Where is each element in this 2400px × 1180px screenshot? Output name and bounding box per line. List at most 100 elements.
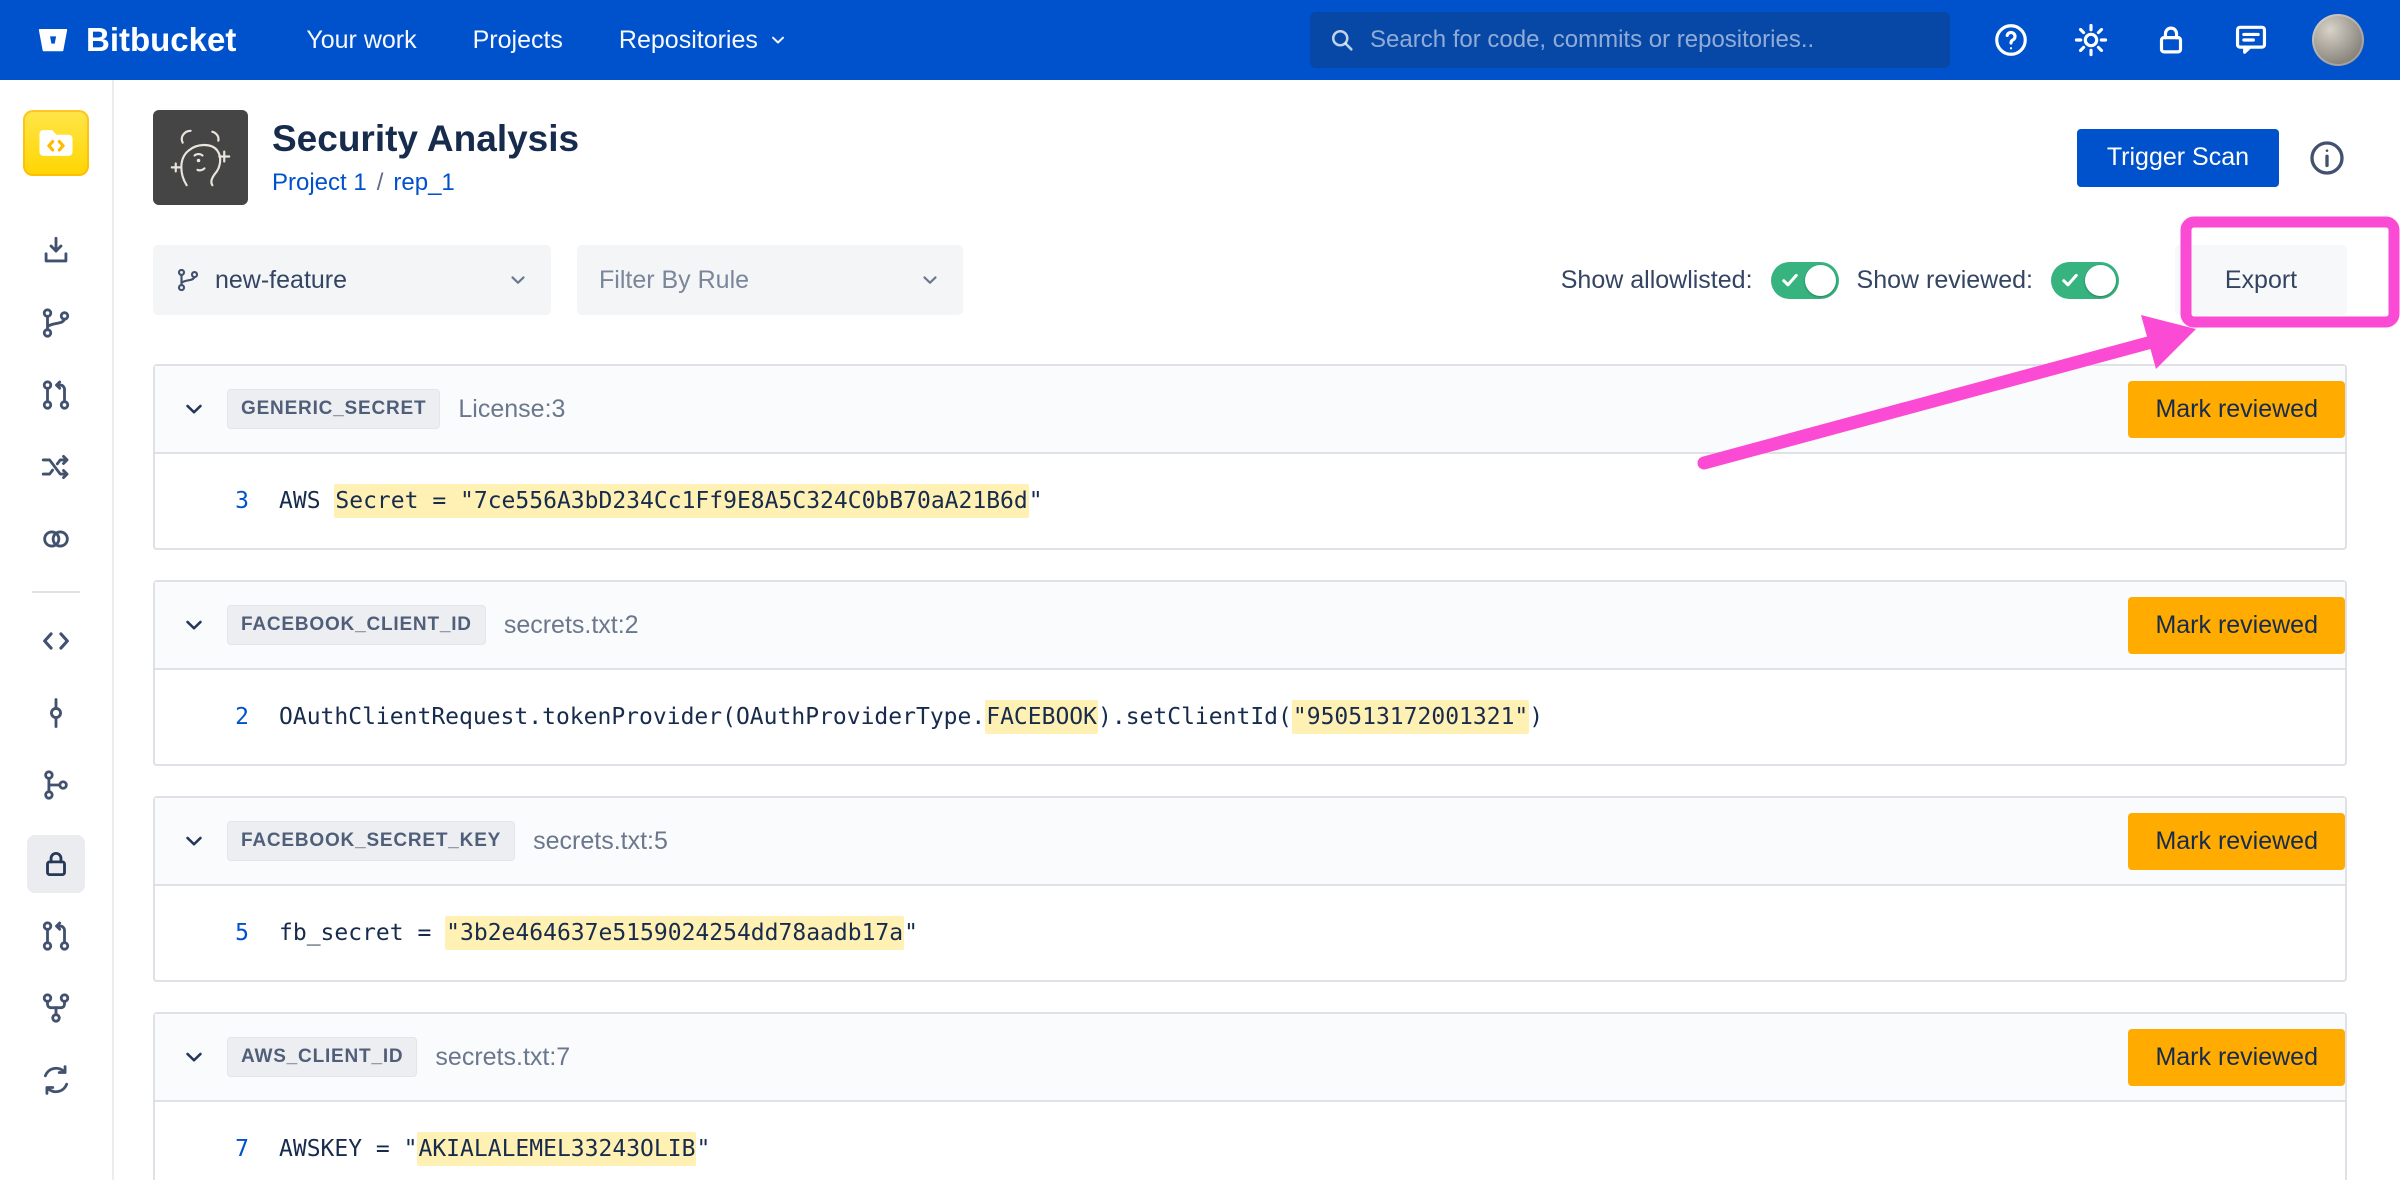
mark-reviewed-button[interactable]: Mark reviewed — [2128, 813, 2345, 870]
code-segment: fb_secret = — [279, 920, 445, 946]
user-avatar[interactable] — [2312, 14, 2364, 66]
repo-avatar-image — [153, 110, 248, 205]
rule-badge: AWS_CLIENT_ID — [227, 1037, 417, 1077]
rule-badge: GENERIC_SECRET — [227, 389, 440, 429]
finding-card: FACEBOOK_CLIENT_ID secrets.txt:2 Mark re… — [153, 580, 2347, 766]
branch-selector-icon — [175, 267, 201, 293]
page-title: Security Analysis — [272, 118, 579, 160]
finding-code-row: 7 AWSKEY = "AKIALALEMEL33243OLIB" — [155, 1102, 2345, 1180]
help-icon[interactable] — [1992, 21, 2030, 59]
clone-icon[interactable] — [34, 229, 78, 273]
settings-gear-icon[interactable] — [2072, 21, 2110, 59]
collapse-chevron-icon[interactable] — [181, 1044, 207, 1070]
finding-location: secrets.txt:7 — [435, 1043, 570, 1072]
search-box — [1310, 12, 1950, 68]
chevron-down-icon — [919, 269, 941, 291]
mark-reviewed-button[interactable]: Mark reviewed — [2128, 381, 2345, 438]
chevron-down-icon — [507, 269, 529, 291]
pipelines-icon[interactable] — [34, 445, 78, 489]
brand-name: Bitbucket — [86, 21, 236, 59]
branch-selector-value: new-feature — [215, 266, 347, 295]
code-line: AWS Secret = "7ce556A3bD234Cc1Ff9E8A5C32… — [279, 488, 1043, 514]
code-line: AWSKEY = "AKIALALEMEL33243OLIB" — [279, 1136, 710, 1162]
show-allowlisted-toggle[interactable] — [1771, 262, 1839, 299]
rule-badge: FACEBOOK_SECRET_KEY — [227, 821, 515, 861]
rule-filter-selector[interactable]: Filter By Rule — [577, 245, 963, 315]
code-segment: AKIALALEMEL33243OLIB — [417, 1132, 696, 1166]
forks-icon[interactable] — [34, 986, 78, 1030]
security-lock-nav-icon[interactable] — [2152, 21, 2190, 59]
breadcrumb-project-link[interactable]: Project 1 — [272, 169, 367, 197]
code-line-number: 7 — [205, 1136, 249, 1162]
branch-icon[interactable] — [34, 301, 78, 345]
finding-header: FACEBOOK_SECRET_KEY secrets.txt:5 Mark r… — [155, 798, 2345, 886]
finding-card: GENERIC_SECRET License:3 Mark reviewed 3… — [153, 364, 2347, 550]
rule-badge: FACEBOOK_CLIENT_ID — [227, 605, 486, 645]
code-segment: AWS — [279, 488, 334, 514]
search-input[interactable] — [1370, 26, 1932, 54]
page-header: Security Analysis Project 1 / rep_1 Trig… — [153, 110, 2347, 205]
repo-avatar-folder-code[interactable] — [23, 110, 89, 176]
repo-avatar-art — [153, 110, 248, 205]
toggle-group: Show allowlisted: Show reviewed: — [1561, 262, 2119, 299]
breadcrumb-separator: / — [377, 169, 384, 197]
check-icon — [2060, 270, 2080, 290]
code-segment: " — [904, 920, 918, 946]
export-button[interactable]: Export — [2175, 245, 2347, 315]
code-segment: "950513172001321" — [1292, 700, 1529, 734]
check-icon — [1780, 270, 1800, 290]
finding-card: AWS_CLIENT_ID secrets.txt:7 Mark reviewe… — [153, 1012, 2347, 1180]
nav-right-group — [1310, 12, 2364, 68]
show-reviewed-label: Show reviewed: — [1857, 266, 2033, 295]
deployments-icon[interactable] — [34, 517, 78, 561]
search-icon — [1328, 26, 1356, 54]
code-segment: AWSKEY = " — [279, 1136, 417, 1162]
bitbucket-logo[interactable]: Bitbucket — [36, 21, 236, 59]
chevron-down-icon — [768, 30, 788, 50]
code-segment: ).setClientId( — [1098, 704, 1292, 730]
branches-icon[interactable] — [34, 763, 78, 807]
mark-reviewed-button[interactable]: Mark reviewed — [2128, 1029, 2345, 1086]
rule-filter-placeholder: Filter By Rule — [599, 266, 749, 295]
sync-icon[interactable] — [34, 1058, 78, 1102]
finding-code-row: 3 AWS Secret = "7ce556A3bD234Cc1Ff9E8A5C… — [155, 454, 2345, 548]
feedback-icon[interactable] — [2232, 21, 2270, 59]
trigger-scan-button[interactable]: Trigger Scan — [2077, 129, 2279, 187]
mark-reviewed-button[interactable]: Mark reviewed — [2128, 597, 2345, 654]
nav-your-work[interactable]: Your work — [306, 26, 416, 55]
code-segment: ) — [1529, 704, 1543, 730]
pull-request-icon[interactable] — [34, 373, 78, 417]
header-actions: Trigger Scan — [2077, 129, 2347, 187]
collapse-chevron-icon[interactable] — [181, 396, 207, 422]
folder-code-icon — [34, 121, 78, 165]
primary-nav: Your work Projects Repositories — [306, 26, 788, 55]
nav-projects-label: Projects — [473, 26, 563, 55]
nav-projects[interactable]: Projects — [473, 26, 563, 55]
toggle-knob — [2085, 265, 2116, 296]
show-reviewed-toggle[interactable] — [2051, 262, 2119, 299]
sidebar-divider — [32, 591, 80, 593]
breadcrumb: Project 1 / rep_1 — [272, 169, 579, 197]
pull-requests-icon[interactable] — [34, 914, 78, 958]
commits-icon[interactable] — [34, 691, 78, 735]
finding-code-row: 2 OAuthClientRequest.tokenProvider(OAuth… — [155, 670, 2345, 764]
sidebar — [0, 80, 114, 1180]
code-segment: Secret = "7ce556A3bD234Cc1Ff9E8A5C324C0b… — [334, 484, 1028, 518]
collapse-chevron-icon[interactable] — [181, 828, 207, 854]
nav-repositories-label: Repositories — [619, 26, 758, 55]
collapse-chevron-icon[interactable] — [181, 612, 207, 638]
finding-header: AWS_CLIENT_ID secrets.txt:7 Mark reviewe… — [155, 1014, 2345, 1102]
finding-card: FACEBOOK_SECRET_KEY secrets.txt:5 Mark r… — [153, 796, 2347, 982]
branch-selector[interactable]: new-feature — [153, 245, 551, 315]
code-segment: "3b2e464637e5159024254dd78aadb17a — [445, 916, 904, 950]
show-allowlisted-label: Show allowlisted: — [1561, 266, 1753, 295]
source-code-icon[interactable] — [34, 619, 78, 663]
nav-repositories[interactable]: Repositories — [619, 26, 788, 55]
bitbucket-logo-icon — [36, 23, 70, 57]
info-icon[interactable] — [2307, 138, 2347, 178]
code-line: OAuthClientRequest.tokenProvider(OAuthPr… — [279, 704, 1543, 730]
top-nav: Bitbucket Your work Projects Repositorie… — [0, 0, 2400, 80]
breadcrumb-repo-link[interactable]: rep_1 — [393, 169, 454, 197]
code-line-number: 2 — [205, 704, 249, 730]
security-lock-icon[interactable] — [27, 835, 85, 893]
